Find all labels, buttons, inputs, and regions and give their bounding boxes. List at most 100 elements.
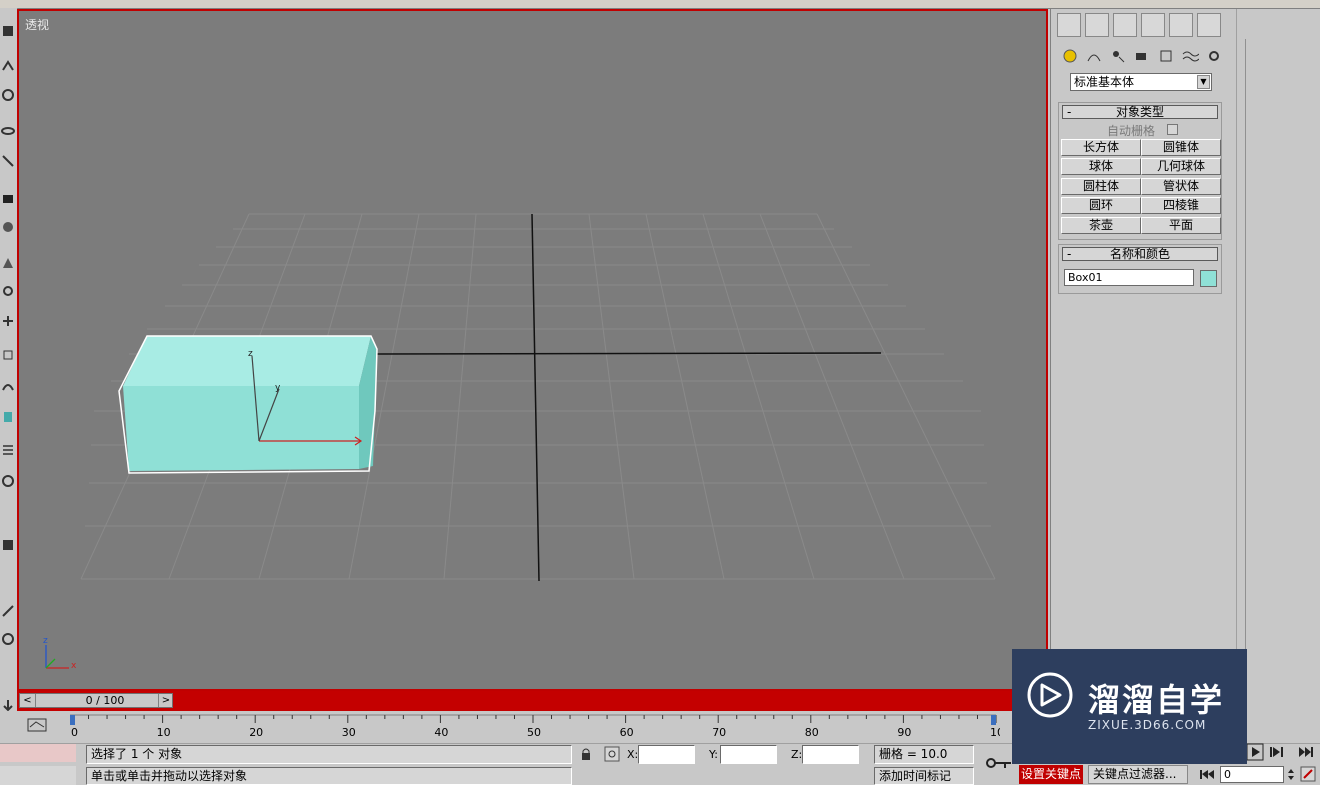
trackbar-tick-label: 0: [71, 726, 78, 739]
trackbar-tick-label: 40: [434, 726, 448, 739]
time-slider-frame-text: 0 / 100: [85, 694, 125, 707]
x-coord-label: X:: [627, 748, 639, 761]
toolbar-icon-17[interactable]: [1, 604, 15, 618]
time-config-icon[interactable]: [1300, 766, 1316, 782]
time-slider-next-button[interactable]: >: [158, 694, 173, 707]
lock-icon[interactable]: [579, 747, 593, 761]
lights-icon[interactable]: [1109, 47, 1127, 65]
category-value: 标准基本体: [1074, 75, 1135, 89]
trackbar[interactable]: 0 10 20 30 40 50 60 70 80 90 100: [0, 711, 1020, 743]
object-color-swatch[interactable]: [1200, 270, 1217, 287]
watermark-url-text: ZIXUE.3D66.COM: [1088, 718, 1207, 732]
name-color-header[interactable]: - 名称和颜色: [1062, 247, 1218, 261]
toolbar-icon-15[interactable]: [1, 474, 15, 488]
utilities-tab-icon[interactable]: [1197, 13, 1221, 37]
curve-editor-icon[interactable]: [26, 717, 50, 733]
toolbar-icon-9[interactable]: [1, 284, 15, 298]
toolbar-icon-18[interactable]: [1, 632, 15, 646]
time-slider-prev-button[interactable]: <: [20, 694, 36, 707]
chevron-down-icon[interactable]: ▼: [1197, 75, 1210, 89]
maxscript-mini-listener[interactable]: [0, 766, 76, 785]
toolbar-icon-1[interactable]: [1, 24, 15, 38]
pyramid-button[interactable]: 四棱锥: [1141, 197, 1221, 214]
toolbar-icon-8[interactable]: [1, 256, 15, 270]
plane-button[interactable]: 平面: [1141, 217, 1221, 234]
trackbar-tick-label: 30: [342, 726, 356, 739]
toolbar-icon-19[interactable]: [1, 698, 15, 712]
rollout-collapse-icon[interactable]: -: [1067, 248, 1071, 260]
tube-button[interactable]: 管状体: [1141, 178, 1221, 195]
tripod-z-label: z: [43, 636, 48, 646]
object-type-header[interactable]: - 对象类型: [1062, 105, 1218, 119]
go-to-end-icon[interactable]: [1299, 747, 1313, 757]
teapot-button[interactable]: 茶壶: [1061, 217, 1141, 234]
geometry-icon[interactable]: [1061, 47, 1079, 65]
object-type-title: 对象类型: [1115, 105, 1164, 119]
key-icon[interactable]: [985, 755, 1013, 771]
name-color-title: 名称和颜色: [1109, 247, 1170, 261]
z-coord-field[interactable]: [802, 745, 859, 764]
systems-icon[interactable]: [1205, 47, 1223, 65]
x-coord-field[interactable]: [638, 745, 695, 764]
set-key-button[interactable]: 设置关键点: [1019, 765, 1083, 784]
cameras-icon[interactable]: [1133, 47, 1151, 65]
toolbar-icon-10[interactable]: [1, 314, 15, 328]
trackbar-tick-label: 100: [990, 726, 1000, 739]
autogrid-checkbox[interactable]: [1167, 124, 1178, 135]
next-frame-icon[interactable]: [1270, 747, 1283, 757]
toolbar-icon-2[interactable]: [1, 60, 15, 74]
playback-controls: [1247, 743, 1313, 761]
y-coord-field[interactable]: [720, 745, 777, 764]
hierarchy-tab-icon[interactable]: [1113, 13, 1137, 37]
toolbar-icon-4[interactable]: [1, 124, 15, 138]
toolbar-icon-13[interactable]: [1, 410, 15, 424]
helpers-icon[interactable]: [1157, 47, 1175, 65]
toolbar-icon-14[interactable]: [1, 442, 15, 456]
toolbar-icon-11[interactable]: [1, 348, 15, 362]
torus-button[interactable]: 圆环: [1061, 197, 1141, 214]
space-warps-icon[interactable]: [1181, 47, 1199, 65]
cone-button[interactable]: 圆锥体: [1141, 139, 1221, 156]
shapes-icon[interactable]: [1085, 47, 1103, 65]
category-dropdown[interactable]: 标准基本体 ▼: [1070, 73, 1212, 91]
geosphere-button[interactable]: 几何球体: [1141, 158, 1221, 175]
selection-status: 选择了 1 个 对象: [86, 745, 572, 764]
toolbar-icon-5[interactable]: [1, 154, 15, 168]
toolbar-icon-7[interactable]: [1, 220, 15, 234]
toolbar-icon-3[interactable]: [1, 88, 15, 102]
cylinder-button[interactable]: 圆柱体: [1061, 178, 1141, 195]
trackbar-tick-label: 50: [527, 726, 541, 739]
name-color-rollout: - 名称和颜色 Box01: [1058, 244, 1222, 294]
toolbar-icon-6[interactable]: [1, 190, 15, 204]
perspective-viewport[interactable]: 透视 z y z x: [17, 9, 1048, 691]
trackbar-end-marker: [991, 715, 996, 725]
display-tab-icon[interactable]: [1169, 13, 1193, 37]
box-button[interactable]: 长方体: [1061, 139, 1141, 156]
modify-tab-icon[interactable]: [1085, 13, 1109, 37]
toolbar-icon-12[interactable]: [1, 380, 15, 394]
absolute-mode-icon[interactable]: [604, 746, 620, 762]
rollout-collapse-icon[interactable]: -: [1067, 106, 1071, 118]
viewport-scene: z y z x: [43, 213, 996, 671]
viewport-axis-tripod: [45, 645, 69, 669]
add-time-tag-button[interactable]: 添加时间标记: [874, 767, 974, 785]
autogrid-label: 自动栅格: [1107, 124, 1156, 138]
go-to-start-icon[interactable]: [1198, 766, 1216, 782]
sphere-button[interactable]: 球体: [1061, 158, 1141, 175]
left-toolbar: [0, 8, 18, 743]
toolbar-icon-16[interactable]: [1, 538, 15, 552]
frame-spinner-icon[interactable]: [1286, 766, 1296, 783]
create-tab-icon[interactable]: [1057, 13, 1081, 37]
object-name-field[interactable]: Box01: [1064, 269, 1194, 286]
object-type-rollout: - 对象类型 自动栅格 长方体 圆锥体 球体 几何球体 圆柱体 管状体 圆环 四…: [1058, 102, 1222, 240]
play-icon[interactable]: [1247, 743, 1264, 761]
current-frame-field[interactable]: 0: [1220, 766, 1284, 783]
motion-tab-icon[interactable]: [1141, 13, 1165, 37]
gizmo-y-label: y: [275, 383, 281, 393]
maxscript-listener[interactable]: [0, 744, 76, 762]
key-filters-button[interactable]: 关键点过滤器...: [1088, 765, 1188, 784]
time-slider[interactable]: < 0 / 100 >: [19, 693, 173, 708]
grid-size-display: 栅格 = 10.0: [874, 745, 974, 764]
trackbar-tick-label: 10: [157, 726, 171, 739]
trackbar-tick-label: 90: [897, 726, 911, 739]
